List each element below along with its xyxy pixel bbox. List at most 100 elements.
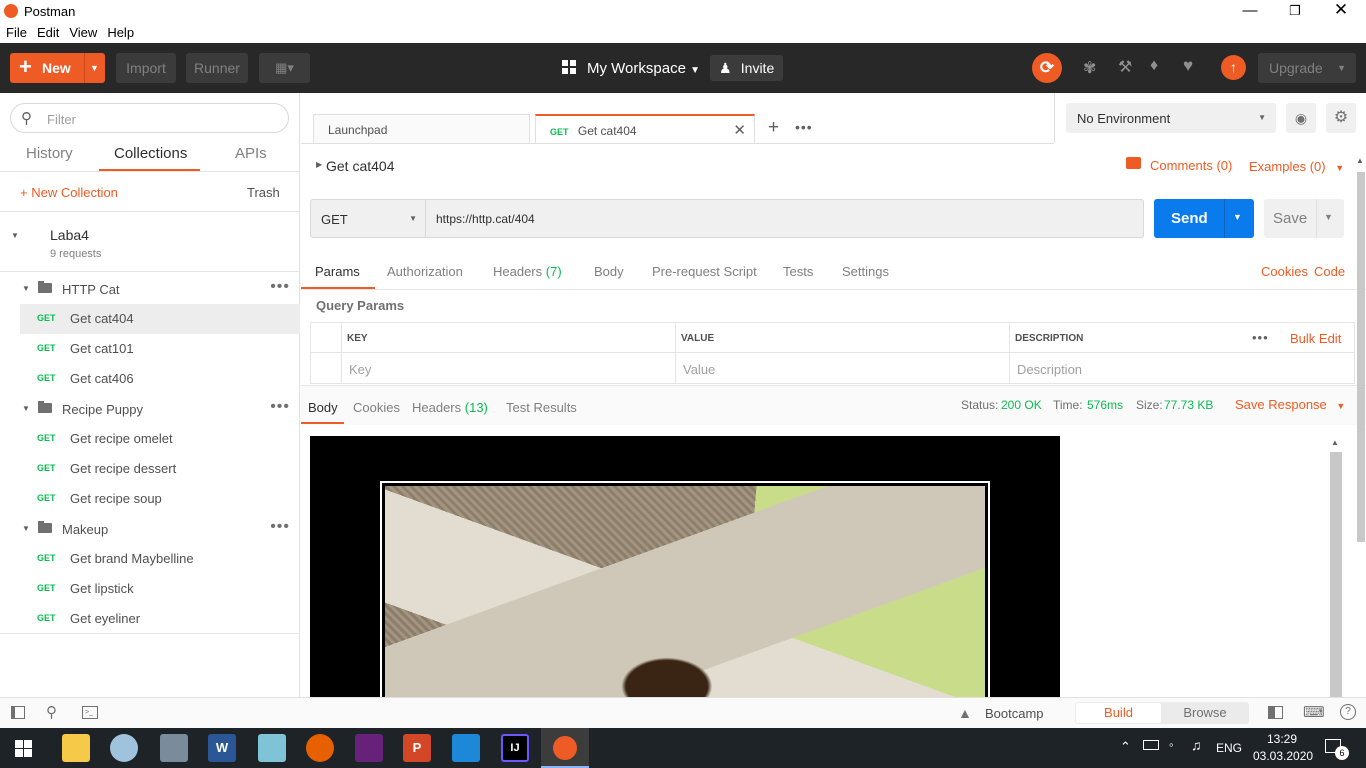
value-input[interactable]: Value	[683, 362, 715, 377]
caret-right-icon[interactable]: ▶	[316, 160, 322, 169]
more-tabs-icon[interactable]: •••	[795, 119, 813, 135]
minimize-icon[interactable]: —	[1240, 2, 1260, 19]
tab-apis[interactable]: APIs	[235, 145, 267, 162]
response-tab-cookies[interactable]: Cookies	[353, 400, 400, 415]
list-item[interactable]: GET Get brand Maybelline	[0, 544, 300, 574]
chevron-down-icon[interactable]: ▼	[1324, 212, 1333, 222]
postman-taskbar-icon[interactable]	[541, 728, 589, 768]
save-response-button[interactable]: Save Response ▼	[1235, 397, 1345, 412]
windows-start-icon[interactable]	[15, 740, 32, 757]
close-tab-icon[interactable]: ✕	[733, 121, 746, 139]
firefox-icon[interactable]	[306, 734, 334, 762]
sync-icon[interactable]: ⟳	[1032, 53, 1062, 83]
build-button[interactable]: Build	[1076, 703, 1161, 723]
heart-icon[interactable]: ♥	[1183, 56, 1193, 76]
new-tab-icon[interactable]: +	[768, 117, 779, 139]
list-item[interactable]: GET Get recipe soup	[0, 484, 300, 514]
scroll-up-icon[interactable]: ▲	[1356, 156, 1364, 165]
chevron-down-icon[interactable]: ▼	[1233, 212, 1242, 222]
menu-file[interactable]: File	[0, 23, 31, 40]
cookies-link[interactable]: Cookies	[1261, 264, 1308, 279]
tab-headers[interactable]: Headers (7)	[493, 264, 562, 279]
more-icon[interactable]: •••	[270, 278, 290, 296]
list-item[interactable]: GET Get cat101	[0, 334, 300, 364]
tab-params[interactable]: Params	[315, 264, 360, 279]
response-tab-headers[interactable]: Headers (13)	[412, 400, 488, 415]
bulk-edit-link[interactable]: Bulk Edit	[1290, 331, 1341, 346]
more-icon[interactable]: •••	[270, 518, 290, 536]
satellite-icon[interactable]: ✾	[1083, 58, 1096, 78]
response-tab-body[interactable]: Body	[308, 400, 338, 415]
file-explorer-icon[interactable]	[62, 734, 90, 762]
new-dropdown-icon[interactable]	[84, 53, 85, 83]
two-pane-icon[interactable]	[1268, 706, 1283, 719]
folder-http-cat[interactable]: ▼ HTTP Cat •••	[0, 274, 300, 304]
save-button[interactable]: Save ▼	[1264, 199, 1344, 238]
list-item[interactable]: GET Get recipe omelet	[0, 424, 300, 454]
list-item[interactable]: GET Get eyeliner	[0, 604, 300, 634]
folder-recipe-puppy[interactable]: ▼ Recipe Puppy •••	[0, 394, 300, 424]
scrollbar-thumb[interactable]	[1330, 452, 1342, 697]
show-hidden-icons[interactable]: ⌃	[1120, 739, 1131, 755]
collection-laba4[interactable]: ▼ Laba4 9 requests	[0, 212, 300, 272]
invite-button[interactable]: ♟ Invite	[710, 55, 783, 81]
description-input[interactable]: Description	[1017, 362, 1082, 377]
more-icon[interactable]: •••	[270, 398, 290, 416]
bell-icon[interactable]: ♦	[1150, 57, 1158, 75]
examples-button[interactable]: Examples (0) ▼	[1249, 159, 1344, 174]
new-button[interactable]: + New ▼	[10, 53, 105, 83]
clock-time[interactable]: 13:29	[1267, 732, 1297, 746]
response-scrollbar[interactable]: ▲	[1329, 438, 1343, 697]
tab-collections[interactable]: Collections	[114, 145, 187, 162]
paint-icon[interactable]	[110, 734, 138, 762]
key-input[interactable]: Key	[349, 362, 371, 377]
new-collection-button[interactable]: + New Collection	[20, 185, 118, 200]
method-select[interactable]: GET ▼	[310, 199, 426, 238]
intellij-icon[interactable]: IJ	[501, 734, 529, 762]
wifi-icon[interactable]: ◦	[1169, 737, 1174, 752]
notepad-icon[interactable]	[258, 734, 286, 762]
menu-view[interactable]: View	[63, 23, 101, 40]
close-window-icon[interactable]: ✕	[1331, 0, 1351, 20]
url-input[interactable]: https://http.cat/404	[425, 199, 1144, 238]
vscode-icon[interactable]	[452, 734, 480, 762]
avatar[interactable]: ↑	[1221, 55, 1246, 80]
list-item[interactable]: GET Get lipstick	[0, 574, 300, 604]
list-item[interactable]: GET Get recipe dessert	[0, 454, 300, 484]
response-tab-test-results[interactable]: Test Results	[506, 400, 577, 415]
console-icon[interactable]: >_	[82, 706, 98, 719]
list-item[interactable]: GET Get cat406	[0, 364, 300, 394]
tab-get-cat404[interactable]: GET Get cat404 ✕	[535, 114, 755, 143]
upgrade-button[interactable]: Upgrade ▼	[1258, 53, 1356, 83]
volume-icon[interactable]: ♫	[1191, 737, 1202, 753]
tab-history[interactable]: History	[26, 145, 73, 162]
import-button[interactable]: Import	[116, 53, 176, 83]
list-item[interactable]: GET Get cat404	[20, 304, 300, 334]
tab-body[interactable]: Body	[594, 264, 624, 279]
scroll-up-icon[interactable]: ▲	[1331, 438, 1339, 447]
tab-authorization[interactable]: Authorization	[387, 264, 463, 279]
send-button[interactable]: Send ▼	[1154, 199, 1254, 238]
keyboard-icon[interactable]: ⌨	[1303, 703, 1325, 721]
folder-makeup[interactable]: ▼ Makeup •••	[0, 514, 300, 544]
clock-date[interactable]: 03.03.2020	[1253, 749, 1313, 763]
word-icon[interactable]: W	[208, 734, 236, 762]
sidebar-toggle-icon[interactable]	[11, 706, 25, 719]
filter-input[interactable]: ⚲ Filter	[10, 103, 289, 133]
runner-button[interactable]: Runner	[186, 53, 248, 83]
new-window-button[interactable]: ▦▾	[259, 53, 310, 83]
find-icon[interactable]: ⚲	[46, 703, 57, 721]
wrench-icon[interactable]: ⚒	[1118, 57, 1132, 77]
tab-settings[interactable]: Settings	[842, 264, 889, 279]
workspace-selector[interactable]: My Workspace ▼	[587, 60, 700, 77]
restore-icon[interactable]: ❐	[1285, 3, 1305, 19]
environment-quick-look-button[interactable]: ◉	[1286, 103, 1316, 133]
tab-launchpad[interactable]: Launchpad	[313, 114, 530, 143]
help-icon[interactable]: ?	[1340, 704, 1356, 720]
more-icon[interactable]: •••	[1252, 330, 1269, 345]
visual-studio-icon[interactable]	[355, 734, 383, 762]
comments-button[interactable]: Comments (0)	[1150, 158, 1232, 173]
powerpoint-icon[interactable]: P	[403, 734, 431, 762]
request-title[interactable]: Get cat404	[326, 158, 395, 174]
snipping-tool-icon[interactable]	[160, 734, 188, 762]
